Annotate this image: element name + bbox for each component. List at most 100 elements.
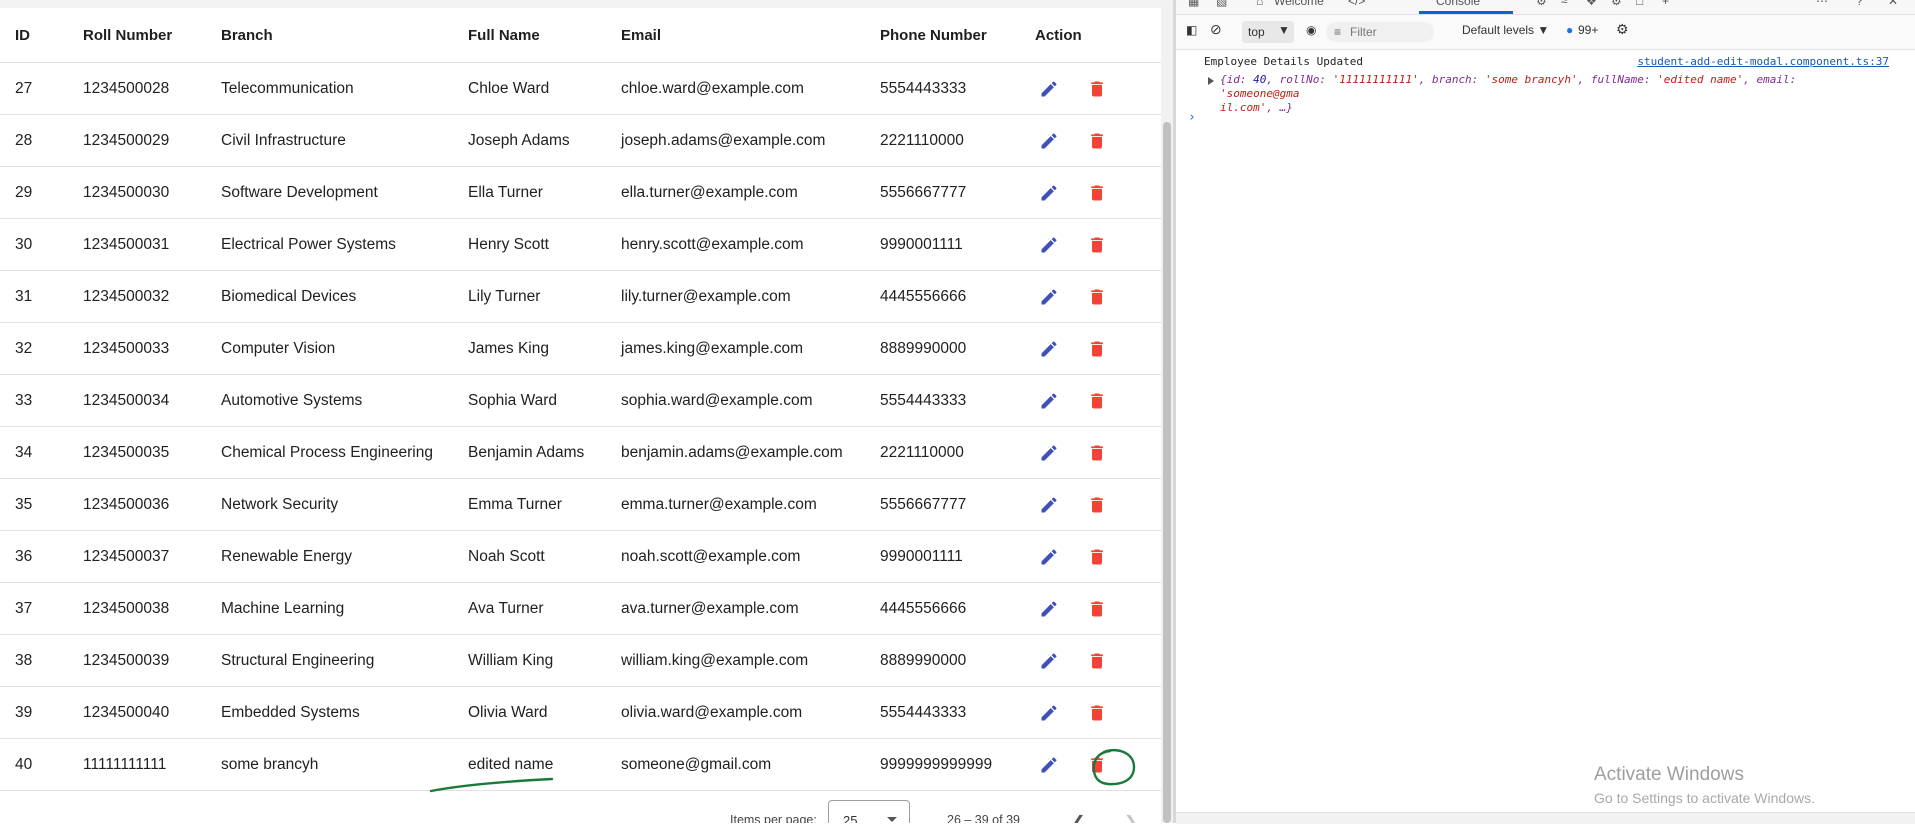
edit-button[interactable] bbox=[1038, 390, 1060, 412]
edit-button[interactable] bbox=[1038, 234, 1060, 256]
delete-button[interactable] bbox=[1086, 702, 1108, 724]
table-scrollbar-thumb[interactable] bbox=[1163, 122, 1171, 823]
log-source-link[interactable]: student-add-edit-modal.component.ts:37 bbox=[1637, 55, 1889, 68]
cell-action bbox=[1035, 738, 1161, 791]
edit-button[interactable] bbox=[1038, 78, 1060, 100]
inspect-icon[interactable]: ▦ bbox=[1188, 0, 1199, 8]
cell-id: 27 bbox=[0, 62, 83, 115]
console-prompt[interactable]: › bbox=[1188, 110, 1196, 125]
cell-action bbox=[1035, 62, 1161, 115]
delete-button[interactable] bbox=[1086, 546, 1108, 568]
edit-button[interactable] bbox=[1038, 702, 1060, 724]
edit-button[interactable] bbox=[1038, 598, 1060, 620]
tab-console[interactable]: Console bbox=[1436, 0, 1480, 8]
page-size-select[interactable]: 25 bbox=[828, 800, 910, 823]
log-token: , email: bbox=[1743, 73, 1797, 86]
cell-roll-number: 1234500028 bbox=[83, 62, 221, 115]
expand-triangle-icon[interactable] bbox=[1208, 77, 1214, 85]
header-full-name: Full Name bbox=[468, 8, 621, 63]
devtools-tabbar: ▦ ▧ ⌂ Welcome </> Console ⚙ ≈ ❖ ⚙ □ + ⋯ … bbox=[1176, 0, 1915, 15]
cell-full-name: Ava Turner bbox=[468, 582, 621, 635]
cell-full-name: Noah Scott bbox=[468, 530, 621, 583]
edit-button[interactable] bbox=[1038, 494, 1060, 516]
edit-button[interactable] bbox=[1038, 182, 1060, 204]
delete-button[interactable] bbox=[1086, 234, 1108, 256]
eye-icon[interactable]: ◉ bbox=[1306, 23, 1316, 37]
tab-elements[interactable]: </> bbox=[1348, 0, 1365, 8]
delete-button[interactable] bbox=[1086, 338, 1108, 360]
cell-email: chloe.ward@example.com bbox=[621, 62, 880, 115]
windows-activation-title: Activate Windows bbox=[1594, 764, 1744, 785]
delete-button[interactable] bbox=[1086, 390, 1108, 412]
context-select[interactable]: top ▼ bbox=[1242, 21, 1294, 43]
cell-id: 33 bbox=[0, 374, 83, 427]
edit-button[interactable] bbox=[1038, 286, 1060, 308]
cell-id: 29 bbox=[0, 166, 83, 219]
log-levels-select[interactable]: Default levels ▼ bbox=[1462, 23, 1549, 37]
trash-icon bbox=[1091, 757, 1103, 772]
delete-button[interactable] bbox=[1086, 286, 1108, 308]
edit-button[interactable] bbox=[1038, 130, 1060, 152]
delete-button[interactable] bbox=[1086, 442, 1108, 464]
devtools-panel: ▦ ▧ ⌂ Welcome </> Console ⚙ ≈ ❖ ⚙ □ + ⋯ … bbox=[1176, 0, 1915, 823]
table-row: 36 1234500037 Renewable Energy Noah Scott no… bbox=[0, 530, 1161, 583]
log-object[interactable]: {id: 40, rollNo: '11111111111', branch: … bbox=[1220, 73, 1880, 115]
performance-icon[interactable]: ❖ bbox=[1586, 0, 1597, 8]
device-toolbar-icon[interactable]: ▧ bbox=[1216, 0, 1227, 8]
pencil-icon bbox=[1041, 756, 1057, 772]
trash-icon bbox=[1091, 185, 1103, 200]
tab-welcome-icon[interactable]: ⌂ bbox=[1256, 0, 1263, 8]
delete-button[interactable] bbox=[1086, 754, 1108, 776]
more-tabs-icon[interactable]: + bbox=[1662, 0, 1669, 8]
devtools-bottom-strip bbox=[1176, 812, 1915, 824]
edit-button[interactable] bbox=[1038, 754, 1060, 776]
issues-icon[interactable]: ● bbox=[1566, 23, 1573, 37]
edit-button[interactable] bbox=[1038, 442, 1060, 464]
delete-button[interactable] bbox=[1086, 182, 1108, 204]
cell-phone-number: 9990001111 bbox=[880, 530, 1035, 583]
edit-button[interactable] bbox=[1038, 338, 1060, 360]
cell-id: 35 bbox=[0, 478, 83, 531]
cell-email: emma.turner@example.com bbox=[621, 478, 880, 531]
delete-button[interactable] bbox=[1086, 78, 1108, 100]
delete-button[interactable] bbox=[1086, 598, 1108, 620]
settings-icon[interactable]: ⚙ bbox=[1611, 0, 1622, 8]
issues-count[interactable]: 99+ bbox=[1578, 23, 1598, 37]
cell-branch: Civil Infrastructure bbox=[221, 114, 468, 167]
help-icon[interactable]: ? bbox=[1856, 0, 1863, 8]
application-icon[interactable]: □ bbox=[1636, 0, 1643, 8]
log-token: , fullName: bbox=[1577, 73, 1658, 86]
pencil-icon bbox=[1041, 444, 1057, 460]
cell-id: 38 bbox=[0, 634, 83, 687]
next-page-icon[interactable]: ❯ bbox=[1124, 812, 1137, 823]
cell-phone-number: 2221110000 bbox=[880, 426, 1035, 479]
bug-icon[interactable]: ⚙ bbox=[1536, 0, 1547, 8]
edit-button[interactable] bbox=[1038, 650, 1060, 672]
edit-button[interactable] bbox=[1038, 546, 1060, 568]
cell-id: 39 bbox=[0, 686, 83, 739]
log-object-line-2: il.com', …} bbox=[1220, 101, 1880, 115]
more-options-icon[interactable]: ⋯ bbox=[1816, 0, 1828, 8]
previous-page-icon[interactable]: ❮ bbox=[1072, 812, 1085, 823]
cell-email: sophia.ward@example.com bbox=[621, 374, 880, 427]
cell-id: 32 bbox=[0, 322, 83, 375]
cell-phone-number: 4445556666 bbox=[880, 582, 1035, 635]
delete-button[interactable] bbox=[1086, 130, 1108, 152]
filter-input[interactable]: ≡ Filter bbox=[1326, 22, 1434, 42]
table-body: 27 1234500028 Telecommunication Chloe Ward c… bbox=[0, 62, 1161, 791]
cell-full-name: Benjamin Adams bbox=[468, 426, 621, 479]
cell-roll-number: 1234500037 bbox=[83, 530, 221, 583]
cell-branch: Biomedical Devices bbox=[221, 270, 468, 323]
delete-button[interactable] bbox=[1086, 650, 1108, 672]
log-token: 'some brancyh' bbox=[1484, 73, 1578, 86]
pencil-icon bbox=[1041, 236, 1057, 252]
delete-button[interactable] bbox=[1086, 494, 1108, 516]
tab-welcome[interactable]: Welcome bbox=[1274, 0, 1324, 8]
cell-full-name: Joseph Adams bbox=[468, 114, 621, 167]
sidebar-toggle-icon[interactable]: ◧ bbox=[1186, 23, 1197, 37]
trash-icon bbox=[1091, 289, 1103, 304]
network-icon[interactable]: ≈ bbox=[1561, 0, 1568, 8]
close-icon[interactable]: ✕ bbox=[1888, 0, 1898, 8]
console-settings-icon[interactable]: ⚙ bbox=[1616, 21, 1629, 38]
clear-console-icon[interactable]: ⊘ bbox=[1210, 21, 1222, 38]
